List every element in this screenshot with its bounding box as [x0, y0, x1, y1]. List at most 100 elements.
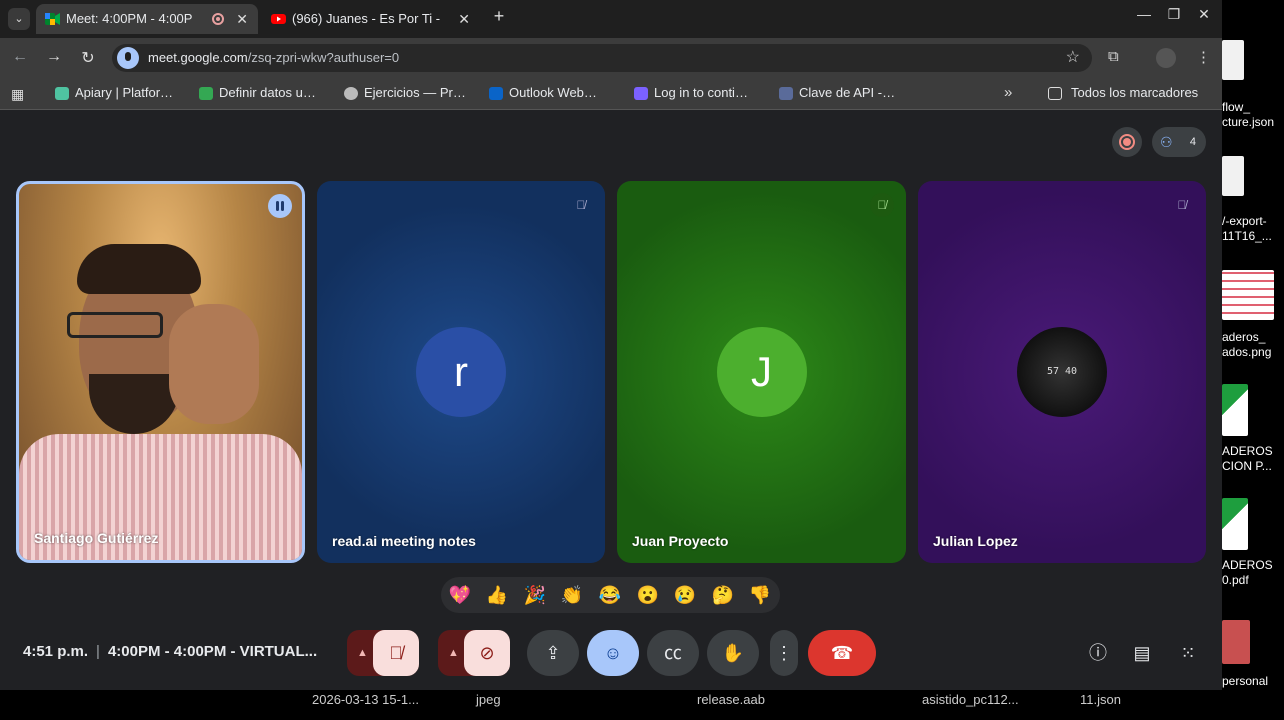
participant-name: read.ai meeting notes	[332, 533, 476, 549]
raise-hand-button[interactable]: ✋	[707, 630, 759, 676]
reactions-button[interactable]: ☺	[587, 630, 639, 676]
tab-title: (966) Juanes - Es Por Ti -	[292, 11, 441, 26]
bookmark-item[interactable]: Outlook Web…	[489, 85, 597, 100]
mic-control-group: ▲ 🎙̸	[347, 630, 419, 676]
new-tab-button[interactable]: +	[488, 6, 510, 27]
reaction-clap[interactable]: 👏	[559, 583, 585, 607]
globe-icon	[344, 87, 358, 100]
file-label: ADEROS CION P...	[1222, 444, 1273, 473]
reaction-thumbs-down[interactable]: 👎	[747, 583, 773, 607]
recording-icon	[212, 13, 224, 25]
hang-up-icon: ☎	[830, 643, 854, 663]
bookmark-item[interactable]: Clave de API -…	[779, 85, 895, 100]
close-window-button[interactable]: ✕	[1190, 6, 1218, 23]
participant-tile-juan[interactable]: 🎙̸ J Juan Proyecto	[617, 181, 906, 563]
download-shelf: 2026-03-13 15-1... jpeg release.aab asis…	[0, 690, 1284, 720]
avatar: r	[416, 327, 506, 417]
file-thumbnail	[1222, 156, 1244, 196]
speaking-indicator-icon	[268, 194, 292, 218]
bookmark-item[interactable]: Ejercicios — Pr…	[344, 85, 466, 100]
bookmark-item[interactable]: Definir datos u…	[199, 85, 316, 100]
login-icon	[634, 87, 648, 100]
people-button[interactable]: ⚇ 4	[1152, 127, 1206, 157]
leave-call-button[interactable]: ☎	[808, 630, 876, 676]
bookmarks-bar: ▦ Apiary | Platfor… Definir datos u… Eje…	[0, 78, 1222, 110]
bookmark-label: Apiary | Platfor…	[75, 85, 174, 100]
api-icon	[779, 87, 793, 100]
tab-title: Meet: 4:00PM - 4:00P	[66, 11, 193, 26]
url-text: meet.google.com/zsq-zpri-wkw?authuser=0	[148, 50, 399, 65]
download-item[interactable]: jpeg	[476, 692, 501, 707]
participant-name: Santiago Gutiérrez	[34, 530, 159, 546]
url-host: meet.google.com	[148, 50, 248, 65]
bookmark-item[interactable]: Log in to conti…	[634, 85, 748, 100]
activities-grid-icon[interactable]: ⁙	[1176, 641, 1200, 665]
bookmark-item[interactable]: Apiary | Platfor…	[55, 85, 173, 100]
close-tab-icon[interactable]: ✕	[458, 4, 470, 34]
reaction-sad[interactable]: 😢	[672, 583, 698, 607]
captions-button[interactable]: ㏄	[647, 630, 699, 676]
clock: 4:51 p.m.	[23, 643, 89, 660]
hand-icon: ✋	[721, 643, 745, 663]
participant-tile-read-ai[interactable]: 🎙̸ r read.ai meeting notes	[317, 181, 605, 563]
profile-avatar[interactable]	[1156, 48, 1176, 68]
recording-indicator[interactable]	[1112, 127, 1142, 157]
reaction-thumbs-up[interactable]: 👍	[484, 583, 510, 607]
participant-tile-santiago[interactable]: Santiago Gutiérrez	[16, 181, 305, 563]
participant-name: Julian Lopez	[933, 533, 1018, 549]
apps-grid-icon[interactable]: ▦	[11, 86, 24, 103]
more-bookmarks-icon[interactable]: »	[1004, 84, 1012, 101]
camera-toggle-button[interactable]: ⊘	[464, 630, 510, 676]
reaction-party[interactable]: 🎉	[522, 583, 548, 607]
more-options-button[interactable]: ⋮	[770, 630, 798, 676]
captions-icon: ㏄	[664, 643, 682, 663]
forward-icon[interactable]: →	[44, 48, 64, 66]
download-item[interactable]: asistido_pc112...	[922, 692, 1019, 707]
file-thumbnail	[1222, 384, 1248, 436]
microphone-in-use-icon[interactable]	[117, 47, 139, 69]
tab-search-button[interactable]: ⌄	[8, 8, 30, 30]
url-path: /zsq-zpri-wkw?authuser=0	[247, 50, 400, 65]
reaction-laugh[interactable]: 😂	[597, 583, 623, 607]
mic-off-icon: 🎙̸	[870, 193, 894, 217]
minimize-button[interactable]: —	[1130, 6, 1158, 22]
back-icon[interactable]: ←	[10, 48, 30, 66]
video-feed-beard	[89, 374, 179, 434]
video-options-chevron-icon[interactable]: ▲	[448, 630, 459, 676]
restore-button[interactable]: ❐	[1160, 6, 1188, 23]
reaction-thinking[interactable]: 🤔	[710, 583, 736, 607]
video-feed-glasses	[67, 312, 163, 338]
participant-name: Juan Proyecto	[632, 533, 729, 549]
all-bookmarks-folder[interactable]: Todos los marcadores	[1048, 85, 1198, 100]
audio-options-chevron-icon[interactable]: ▲	[357, 630, 368, 676]
present-screen-button[interactable]: ⇪	[527, 630, 579, 676]
download-item[interactable]: release.aab	[697, 692, 765, 707]
participant-tile-julian[interactable]: 🎙̸ 57 40 Julian Lopez	[918, 181, 1206, 563]
tab-youtube[interactable]: (966) Juanes - Es Por Ti - ✕	[262, 4, 480, 34]
mic-off-icon: 🎙̸	[576, 198, 586, 212]
tab-meet[interactable]: Meet: 4:00PM - 4:00P ✕	[36, 4, 258, 34]
avatar: J	[716, 327, 807, 417]
download-item[interactable]: 2026-03-13 15-1...	[312, 692, 419, 707]
download-item[interactable]: 11.json	[1080, 692, 1121, 707]
separator: |	[96, 643, 100, 660]
reaction-heart[interactable]: 💖	[447, 583, 473, 607]
address-bar[interactable]: meet.google.com/zsq-zpri-wkw?authuser=0 …	[112, 44, 1092, 72]
mic-toggle-button[interactable]: 🎙̸	[373, 630, 419, 676]
bookmark-label: Clave de API -…	[799, 85, 896, 100]
reaction-surprised[interactable]: 😮	[635, 583, 661, 607]
close-tab-icon[interactable]: ✕	[236, 4, 248, 34]
file-label: personal	[1222, 674, 1269, 688]
file-label: flow_ cture.json	[1222, 100, 1275, 129]
extensions-icon[interactable]: ⧉	[1108, 48, 1119, 65]
apiary-icon	[55, 87, 69, 100]
bookmark-label: Todos los marcadores	[1071, 85, 1199, 100]
reload-icon[interactable]: ↻	[78, 48, 98, 68]
browser-menu-icon[interactable]: ⋮	[1196, 48, 1211, 66]
more-vert-icon: ⋮	[775, 643, 793, 663]
file-thumbnail	[1222, 40, 1244, 80]
bookmark-star-icon[interactable]: ☆	[1066, 47, 1080, 67]
meeting-title: 4:00PM - 4:00PM - VIRTUAL...	[107, 643, 318, 660]
chat-icon[interactable]: ▤	[1130, 641, 1154, 665]
meeting-details-icon[interactable]: ⓘ	[1086, 641, 1110, 665]
